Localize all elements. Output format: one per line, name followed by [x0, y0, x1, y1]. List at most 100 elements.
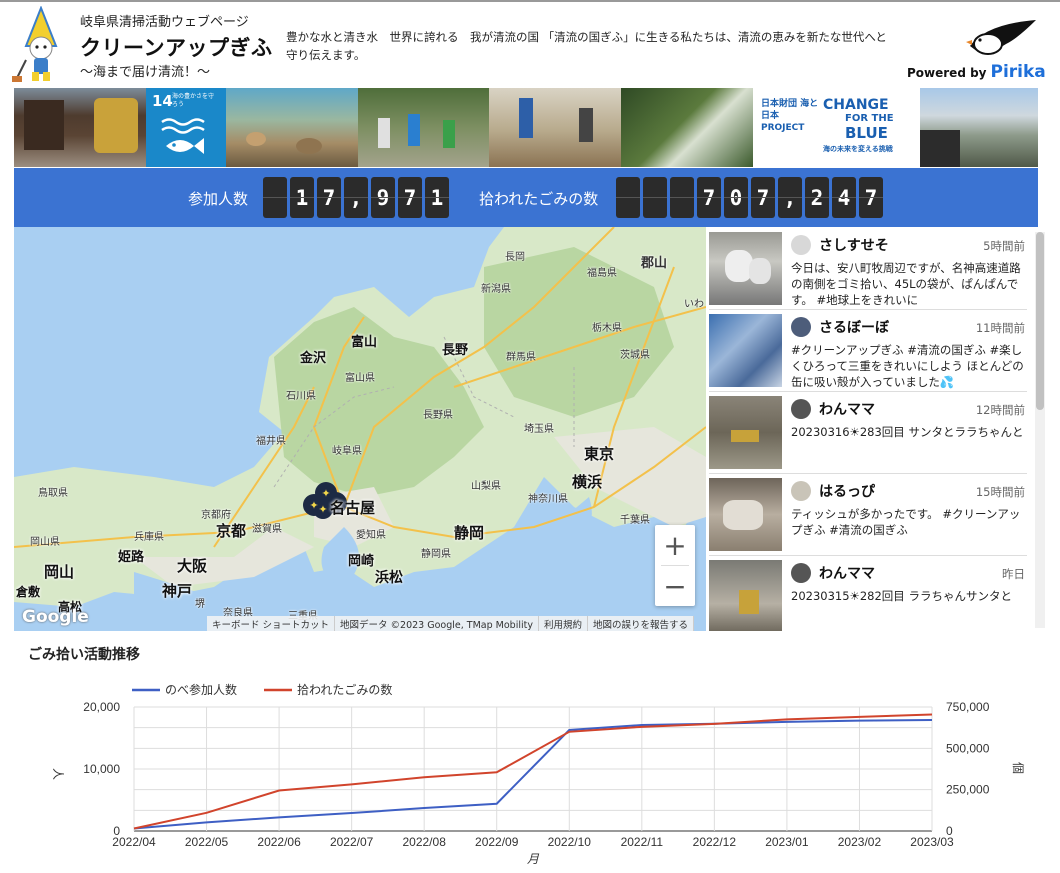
site-caption: 岐阜県清掃活動ウェブページ	[80, 15, 249, 30]
counter-digit	[263, 177, 287, 218]
map-label-kanazawa: 金沢	[300, 351, 327, 366]
post-photo[interactable]	[709, 314, 782, 387]
change-text-2: FOR THE	[845, 113, 894, 124]
nippon-foundation-logo: 日本財団 海と日本 PROJECT	[761, 99, 819, 133]
post-text: 20230315☀282回目 ララちゃんサンタと	[791, 589, 1012, 603]
powered-by[interactable]: Powered by Pirika	[907, 62, 1046, 82]
post-photo[interactable]	[709, 396, 782, 469]
chart-title: ごみ拾い活動推移	[28, 647, 140, 663]
map-label-nagano-pref: 長野県	[423, 410, 453, 421]
x-tick-label: 2022/08	[402, 835, 446, 849]
zoom-out-button[interactable]: −	[655, 566, 695, 606]
counter-digit: 2	[805, 177, 829, 218]
zoom-in-button[interactable]: +	[655, 525, 695, 565]
counter-digit: 7	[398, 177, 422, 218]
map-label-gifu: 岐阜県	[332, 446, 362, 457]
counter-digit: 7	[317, 177, 341, 218]
y-tick-label-left: 10,000	[83, 762, 120, 776]
y-tick-label-right: 500,000	[946, 741, 990, 755]
map-label-tottori: 鳥取県	[38, 488, 68, 499]
map-attribution: キーボード ショートカット 地図データ ©2023 Google, TMap M…	[207, 616, 694, 631]
post-username[interactable]: わんママ	[819, 399, 875, 419]
chart-grid: 2022/04 2022/05 2022/06 2022/07 2022/08 2022/…	[83, 700, 989, 849]
feed-scrollbar-thumb[interactable]	[1036, 232, 1044, 410]
activity-feed[interactable]: さしすせそ 5時間前 今日は、安八町牧周辺ですが、名神高速道路の南側をゴミ拾い、…	[706, 227, 1050, 631]
banner-photo-riverbed	[226, 88, 358, 167]
post-photo[interactable]	[709, 478, 782, 551]
banner-photo-castle-view	[920, 88, 1038, 167]
svg-text:✦: ✦	[309, 499, 318, 512]
map-label-gunma: 群馬県	[506, 352, 536, 363]
map-label-hyogo: 兵庫県	[134, 532, 164, 543]
user-avatar	[791, 481, 811, 501]
map-label-osaka: 大阪	[177, 557, 208, 575]
post-username[interactable]: さしすせそ	[819, 235, 889, 255]
change-text-1: CHANGE	[823, 97, 889, 113]
counter-digit: ,	[344, 177, 368, 218]
svg-text:✦: ✦	[318, 503, 327, 516]
post-photo[interactable]	[709, 560, 782, 631]
y-axis-label-right: 個	[1011, 762, 1025, 774]
participants-label: 参加人数	[188, 190, 249, 208]
map-label-chiba: 千葉県	[620, 515, 650, 526]
keyboard-shortcuts-link[interactable]: キーボード ショートカット	[207, 616, 336, 631]
feed-post[interactable]: さしすせそ 5時間前 今日は、安八町牧周辺ですが、名神高速道路の南側をゴミ拾い、…	[709, 229, 1027, 310]
map-label-kyoto-pref: 京都府	[201, 510, 231, 521]
map-label-niigata: 新潟県	[481, 284, 511, 295]
x-tick-label: 2022/06	[257, 835, 301, 849]
map-terrain[interactable]: ✦✦✦✦	[14, 227, 706, 631]
banner-photo-children	[489, 88, 621, 167]
feed-post[interactable]: わんママ 12時間前 20230316☀283回目 サンタとララちゃんと	[709, 393, 1027, 474]
y-tick-label-left: 20,000	[83, 700, 120, 714]
counter-digit: 1	[425, 177, 449, 218]
terms-link[interactable]: 利用規約	[539, 616, 588, 631]
banner-photo-oldtown	[14, 88, 146, 167]
post-photo[interactable]	[709, 232, 782, 305]
counter-digit: 7	[859, 177, 883, 218]
map-label-fukui: 福井県	[256, 436, 286, 447]
participants-counter: 17,971	[263, 177, 449, 218]
map-label-ibaraki: 茨城県	[620, 350, 650, 361]
x-tick-label: 2022/05	[185, 835, 229, 849]
series-line-trash	[133, 713, 933, 830]
counter-digit	[670, 177, 694, 218]
activity-trend-chart: 2022/04 2022/05 2022/06 2022/07 2022/08 2022/…	[51, 682, 1025, 866]
post-username[interactable]: さるぼーぼ	[819, 317, 889, 337]
feed-post[interactable]: はるっぴ 15時間前 ティッシュが多かったです。 #クリーンアップぎふ #清流の…	[709, 475, 1027, 556]
map-data-credit: 地図データ ©2023 Google, TMap Mobility	[335, 616, 539, 631]
map-label-okayama-pref: 岡山県	[30, 537, 60, 548]
map-label-saitama: 埼玉県	[524, 424, 554, 435]
feed-post[interactable]: わんママ 昨日 20230315☀282回目 ララちゃんサンタと	[709, 557, 1027, 631]
activity-map[interactable]: ✦ ✦ ✦ ✦ 長岡 福島県 郡山 新潟県 いわ 栃木県 富山 長野 群馬県 茨城県 …	[14, 227, 706, 631]
post-time: 11時間前	[975, 321, 1025, 335]
mascot-logo[interactable]	[10, 6, 72, 84]
x-tick-label: 2022/07	[330, 835, 374, 849]
change-text-3: BLUE	[845, 124, 888, 142]
feed-post[interactable]: さるぼーぼ 11時間前 #クリーンアップぎふ #清流の国ぎふ #楽しくひろって三…	[709, 311, 1027, 392]
map-label-nagaoka: 長岡	[505, 252, 525, 263]
y-tick-label-left: 0	[113, 824, 120, 838]
post-username[interactable]: はるっぴ	[819, 481, 875, 501]
x-tick-label: 2023/01	[765, 835, 809, 849]
map-label-kyoto: 京都	[216, 522, 247, 540]
legend-label-participants: のべ参加人数	[165, 682, 237, 697]
stats-bar: 参加人数 17,971 拾われたごみの数 707,247	[14, 168, 1038, 227]
map-label-kurashiki: 倉敷	[16, 585, 41, 599]
legend-label-trash: 拾われたごみの数	[297, 682, 392, 697]
post-username[interactable]: わんママ	[819, 563, 875, 583]
user-avatar	[791, 235, 811, 255]
pirika-bird-icon[interactable]	[966, 18, 1038, 58]
map-label-yokohama: 横浜	[572, 473, 603, 491]
y-tick-label-right: 250,000	[946, 783, 990, 797]
map-label-fukushima: 福島県	[587, 268, 617, 279]
powered-by-label: Powered by	[907, 66, 987, 80]
x-axis-label: 月	[527, 852, 540, 866]
site-title[interactable]: クリーンアップぎふ	[80, 32, 272, 62]
map-label-iwaki: いわ	[684, 299, 704, 310]
counter-digit: 0	[724, 177, 748, 218]
banner-photo-waterfall	[621, 88, 753, 167]
google-logo[interactable]: Google	[22, 607, 89, 627]
report-error-link[interactable]: 地図の誤りを報告する	[588, 616, 694, 631]
map-label-shizuoka-pref: 静岡県	[421, 549, 451, 560]
x-tick-label: 2022/11	[621, 835, 664, 849]
